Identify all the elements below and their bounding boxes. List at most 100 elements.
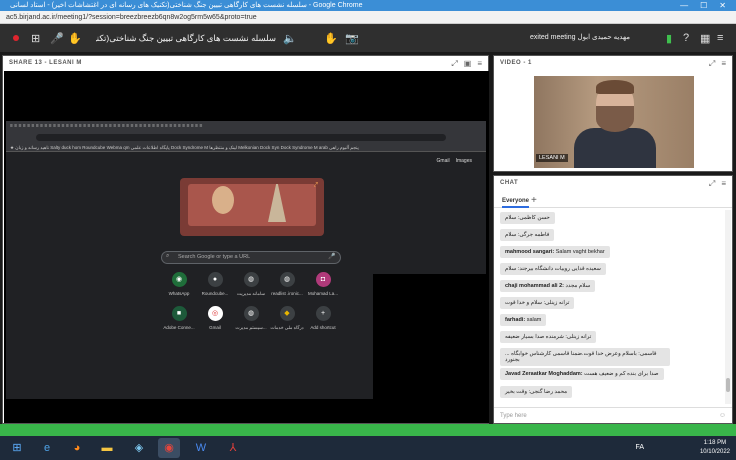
shortcut-tile[interactable]: ◆ درگاه ملی خدمات <box>267 306 307 331</box>
word-icon[interactable]: W <box>190 438 212 458</box>
shortcut-label: Gmail <box>209 325 221 330</box>
shared-screen: ≡ ≡ ≡ ≡ ≡ ≡ ≡ ≡ ≡ ≡ ≡ ≡ ≡ ≡ ≡ ≡ ≡ ≡ ≡ ≡ … <box>4 71 489 423</box>
speaker-icon[interactable]: 🔈 <box>283 32 297 45</box>
start-icon[interactable]: ⊞ <box>6 438 28 458</box>
site-icon: ◍ <box>243 306 259 321</box>
windows-taskbar: ⊞ e ◕ ▬ ◈ ◉ W ⅄ FA 1:18 PM 10/10/2022 <box>0 436 736 460</box>
status-strip <box>0 424 736 436</box>
google-search-box[interactable]: Search Google or type a URL <box>161 251 341 264</box>
shortcut-tile[interactable]: ◍ سیستم مدیرت... <box>231 306 271 331</box>
share-icon[interactable]: ⊞ <box>31 32 40 45</box>
shortcut-tile[interactable]: ◘ Mohamad La... <box>303 272 343 296</box>
layout-icon[interactable]: ▦ <box>700 32 710 45</box>
input-language[interactable]: FA <box>635 444 644 451</box>
chat-message: ترانه زینلی: شرمنده صدا بسیار ضعیفه <box>500 331 597 343</box>
chrome-icon[interactable]: ◉ <box>158 438 180 458</box>
shortcut-tile[interactable]: ◍ readlist .ironic... <box>267 272 307 296</box>
pod-menu-icon[interactable]: ≡ <box>721 59 726 69</box>
share-pod: SHARE 13 - LESANI M ⤢ ▣ ≡ ≡ ≡ ≡ ≡ ≡ ≡ ≡ … <box>2 55 489 424</box>
record-indicator-icon[interactable] <box>13 35 19 41</box>
video-name-label: LESANI M <box>536 154 568 162</box>
chat-pod-controls: ⤢ ≡ <box>709 179 726 189</box>
clock-date: 10/10/2022 <box>699 449 730 455</box>
chat-input[interactable]: Type here ☺ <box>494 407 732 423</box>
shortcut-label: درگاه ملی خدمات <box>270 325 304 330</box>
pod-menu-icon[interactable]: ≡ <box>721 179 726 189</box>
shortcut-tile[interactable]: ■ Adobe Conne... <box>159 306 199 330</box>
video-pod-controls: ⤢ ≡ <box>709 59 726 69</box>
shortcut-tile[interactable]: + Add shortcut <box>303 306 343 330</box>
chat-message: mahmood sangari: Salam vaght bekhar <box>500 246 610 258</box>
chat-message: ترانه زینلی: سلام و خدا قوت <box>500 297 575 309</box>
chat-header: CHAT <box>500 180 519 186</box>
share-header: SHARE 13 - LESANI M <box>9 60 82 66</box>
shortcut-tile[interactable]: ◍ سامانه مدیریت <box>231 272 271 297</box>
emoji-icon[interactable]: ☺ <box>719 412 726 419</box>
site-icon: ◍ <box>279 272 295 287</box>
fullscreen-icon[interactable]: ⤢ <box>709 59 715 69</box>
shortcut-label: Mohamad La... <box>307 291 339 296</box>
shortcut-label: سامانه مدیریت <box>236 291 266 296</box>
shortcut-tile[interactable]: ◉ WhatsApp <box>159 272 199 296</box>
shortcut-label: Adobe Conne... <box>163 325 195 330</box>
roundcube-icon: ● <box>207 272 223 287</box>
pod-menu-icon[interactable]: ≡ <box>477 59 482 69</box>
share-doodle-icon[interactable]: ⤤ <box>314 182 318 190</box>
window-title: سلسله نشست های کارگاهی تبیین جنگ شناختی(… <box>10 2 363 9</box>
video-header: VIDEO - 1 <box>500 60 532 66</box>
chat-message: Javad Zeraatkar Moghaddam: صدا برای بنده… <box>500 368 664 380</box>
help-icon[interactable]: ? <box>683 32 689 44</box>
address-bar[interactable]: ac5.birjand.ac.ir/meeting1/?session=bree… <box>0 11 736 24</box>
gmail-link[interactable]: Gmail <box>437 158 450 164</box>
browser-omnibox[interactable] <box>36 134 446 141</box>
close-button[interactable]: ✕ <box>719 0 726 11</box>
network-icon[interactable]: ◈ <box>128 438 150 458</box>
maximize-button[interactable]: ☐ <box>700 0 707 11</box>
acrobat-icon[interactable]: ⅄ <box>222 438 244 458</box>
chat-message: chaji mohammad ali 2: سلام مجدد <box>500 280 596 292</box>
instagram-icon: ◘ <box>315 272 331 287</box>
browser-tabs[interactable]: ≡ ≡ ≡ ≡ ≡ ≡ ≡ ≡ ≡ ≡ ≡ ≡ ≡ ≡ ≡ ≡ ≡ ≡ ≡ ≡ … <box>6 121 486 132</box>
system-clock[interactable]: 1:18 PM 10/10/2022 <box>700 439 730 457</box>
screen-overlay-block <box>373 274 489 423</box>
voice-search-icon[interactable]: 🎤 <box>328 253 335 260</box>
window-controls: — ☐ ✕ <box>680 0 736 11</box>
raise-hand-icon[interactable]: ✋ <box>324 32 338 45</box>
pod-settings-icon[interactable]: ▣ <box>464 59 472 69</box>
window-titlebar: سلسله نشست های کارگاهی تبیین جنگ شناختی(… <box>0 0 736 11</box>
firefox-icon[interactable]: ◕ <box>66 438 88 458</box>
fullscreen-icon[interactable]: ⤢ <box>451 59 457 69</box>
fullscreen-icon[interactable]: ⤢ <box>709 179 715 189</box>
tab-everyone[interactable]: Everyone <box>502 198 530 208</box>
site-icon: ◍ <box>243 272 259 287</box>
menu-icon[interactable]: ≡ <box>717 32 723 44</box>
camera-icon[interactable]: 📷 <box>345 32 359 45</box>
scrollbar-thumb[interactable] <box>726 378 730 392</box>
chat-message: قاسمی: باسلام وعرض خدا قوت.ضمنا قاسمی کا… <box>500 348 670 366</box>
shortcut-label: Add shortcut <box>310 325 336 330</box>
new-chat-tab-button[interactable]: + <box>531 195 537 206</box>
chat-pod: CHAT ⤢ ≡ Everyone + حسن کاظمی: سلام فاطم… <box>493 175 733 424</box>
google-doodle[interactable]: ⤤ <box>180 178 324 236</box>
hand-raise-icon[interactable]: ✋ <box>68 32 82 45</box>
chat-message: محمد رضا گنجی: وقت بخیر <box>500 386 573 398</box>
chat-message: سعیده قدایی روییات دانشگاه بیرجند: سلام <box>500 263 606 275</box>
minimize-button[interactable]: — <box>680 0 688 11</box>
browser-address-row <box>6 132 486 143</box>
images-link[interactable]: Images <box>456 158 472 164</box>
chat-input-placeholder: Type here <box>500 413 527 419</box>
chat-scrollbar[interactable] <box>725 210 731 404</box>
shortcut-tile[interactable]: ● Roundcube... <box>195 272 235 296</box>
bookmarks-bar[interactable]: ★ ناهید رسانه و زبان Salty duck hom Roun… <box>6 143 486 152</box>
file-explorer-icon[interactable]: ▬ <box>96 438 118 458</box>
shortcut-label: WhatsApp <box>168 291 190 296</box>
doodle-portrait <box>212 186 234 214</box>
gmail-icon: ◎ <box>207 306 223 321</box>
meeting-toolbar: ⊞ 🎤 ✋ 🔈 ✋ 📷 سلسله نشست های کارگاهی تبیین… <box>0 24 736 52</box>
mic-icon[interactable]: 🎤 <box>50 32 64 45</box>
chat-messages: حسن کاظمی: سلام فاطمه جرگی: سلام mahmood… <box>494 210 732 404</box>
shortcut-label: readlist .ironic... <box>271 291 303 296</box>
internet-explorer-icon[interactable]: e <box>36 438 58 458</box>
chat-message: فاطمه جرگی: سلام <box>500 229 555 241</box>
shortcut-tile[interactable]: ◎ Gmail <box>195 306 235 330</box>
